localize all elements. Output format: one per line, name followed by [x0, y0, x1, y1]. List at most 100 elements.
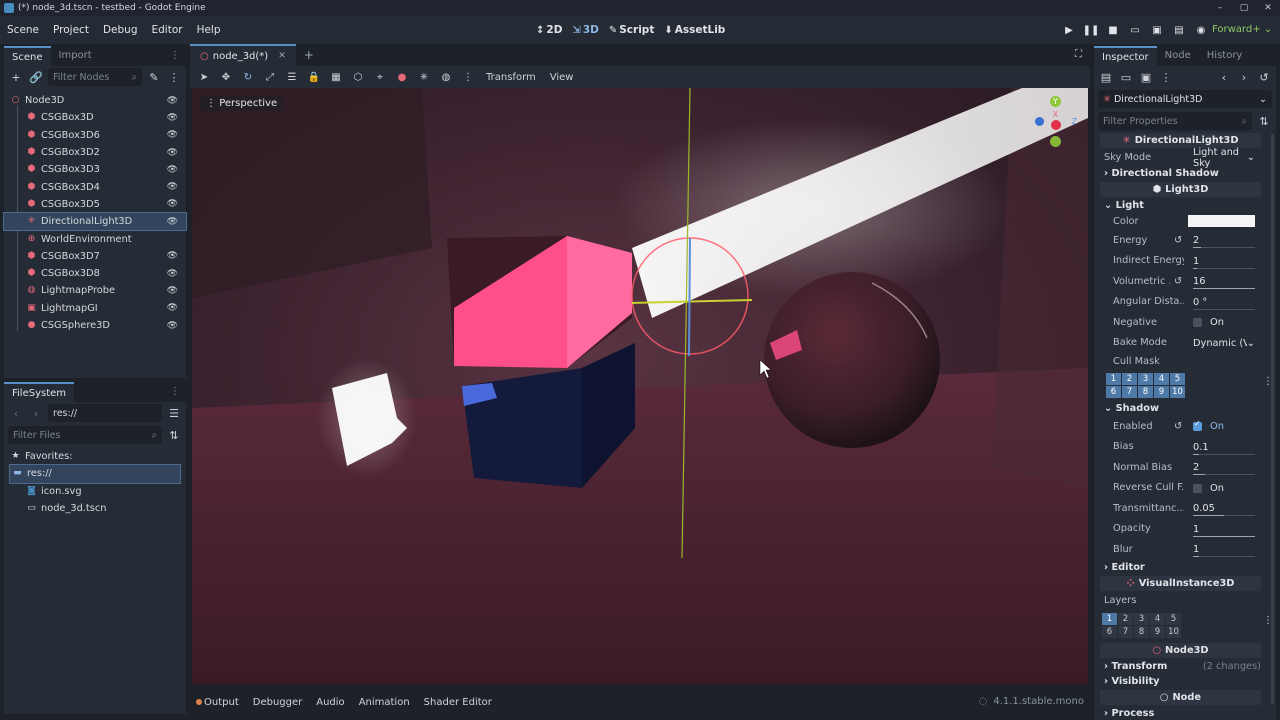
angular-distance-slider[interactable]: 0 ° [1193, 295, 1255, 310]
revert-icon[interactable]: ↺ [1174, 421, 1182, 432]
view-gizmo[interactable]: Y X Z [1032, 96, 1082, 152]
revert-icon[interactable]: ↺ [1174, 235, 1182, 246]
cull-layer-toggle[interactable]: 9 [1154, 386, 1169, 398]
render-layer-toggle[interactable]: 6 [1102, 625, 1117, 638]
visibility-eye-icon[interactable]: 👁 [167, 251, 178, 261]
scene-tab[interactable]: ○ node_3d(*) ✕ [190, 44, 296, 66]
render-layer-toggle[interactable]: 3 [1134, 612, 1149, 625]
visibility-eye-icon[interactable]: 👁 [167, 321, 178, 331]
blur-slider[interactable]: 1 [1193, 542, 1255, 557]
menu-help[interactable]: Help [190, 24, 228, 36]
movie-maker-icon[interactable]: ◉ [1192, 25, 1210, 36]
render-layer-toggle[interactable]: 1 [1102, 612, 1117, 625]
tree-node[interactable]: ● CSGSphere3D 👁 [4, 317, 186, 334]
color-swatch[interactable] [1188, 215, 1255, 227]
pause-icon[interactable]: ❚❚ [1082, 25, 1100, 36]
visibility-eye-icon[interactable]: 👁 [167, 182, 178, 192]
file-item[interactable]: ◙ icon.svg [4, 483, 186, 500]
tab-output[interactable]: Output [196, 697, 239, 708]
menu-scene[interactable]: Scene [0, 24, 46, 36]
filter-properties-input[interactable]: Filter Properties ⌕ [1098, 112, 1252, 130]
menu-editor[interactable]: Editor [144, 24, 189, 36]
revert-icon[interactable]: ↺ [1174, 276, 1182, 287]
render-layer-toggle[interactable]: 7 [1118, 625, 1133, 638]
menu-project[interactable]: Project [46, 24, 96, 36]
scale-tool-icon[interactable]: ⤢ [262, 72, 278, 83]
lock-icon[interactable]: 🔒 [306, 72, 322, 83]
visibility-eye-icon[interactable]: 👁 [167, 148, 178, 158]
new-resource-icon[interactable]: ▤ [1098, 71, 1114, 84]
move-tool-icon[interactable]: ✥ [218, 72, 234, 83]
visibility-eye-icon[interactable]: 👁 [167, 286, 178, 296]
back-icon[interactable]: ‹ [8, 407, 24, 420]
filter-files-input[interactable]: Filter Files ⌕ [8, 426, 162, 444]
camera-preview-icon[interactable]: ● [394, 72, 410, 83]
group-transform[interactable]: › Transform (2 changes) [1100, 659, 1261, 674]
tree-node-selected[interactable]: ✳ DirectionalLight3D 👁 [3, 212, 187, 232]
sort-icon[interactable]: ⇅ [166, 429, 182, 442]
add-node-icon[interactable]: + [8, 71, 24, 84]
environment-preview-icon[interactable]: ◍ [438, 72, 454, 83]
tree-node[interactable]: ⬢ CSGBox3D6 👁 [4, 127, 186, 144]
snap-icon[interactable]: ⌖ [372, 72, 388, 83]
add-scene-tab-icon[interactable]: + [296, 44, 322, 66]
visibility-eye-icon[interactable]: 👁 [167, 269, 178, 279]
tab-shader-editor[interactable]: Shader Editor [424, 697, 492, 708]
local-space-icon[interactable]: ⬡ [350, 72, 366, 83]
tab-audio[interactable]: Audio [316, 697, 344, 708]
visibility-eye-icon[interactable]: 👁 [167, 199, 178, 209]
tree-node[interactable]: ⊕ WorldEnvironment [4, 230, 186, 247]
group-light[interactable]: ⌄ Light [1100, 198, 1261, 213]
instance-scene-icon[interactable]: 🔗 [28, 71, 44, 84]
more-options-icon[interactable]: ⋮ [460, 72, 476, 83]
cull-layer-toggle[interactable]: 3 [1138, 373, 1153, 385]
tree-node[interactable]: ⬢ CSGBox3D2 👁 [4, 144, 186, 161]
tab-debugger[interactable]: Debugger [253, 697, 303, 708]
render-layer-toggle[interactable]: 9 [1150, 625, 1165, 638]
remote-debug-icon[interactable]: ▭ [1126, 25, 1144, 36]
render-layer-toggle[interactable]: 2 [1118, 612, 1133, 625]
group-icon[interactable]: ▦ [328, 72, 344, 83]
tree-node[interactable]: ◍ LightmapProbe 👁 [4, 282, 186, 299]
energy-slider[interactable]: 2 [1193, 233, 1255, 248]
cull-layer-toggle[interactable]: 6 [1106, 386, 1121, 398]
split-mode-icon[interactable]: ☰ [166, 407, 182, 420]
inspector-menu-icon[interactable]: ⋮ [1158, 71, 1174, 84]
open-resource-icon[interactable]: ▭ [1118, 71, 1134, 84]
play-scene-icon[interactable]: ▣ [1148, 25, 1166, 36]
menu-debug[interactable]: Debug [96, 24, 145, 36]
visibility-eye-icon[interactable]: 👁 [167, 113, 178, 123]
tree-node-root[interactable]: ○ Node3D 👁 [4, 92, 186, 109]
minimize-button[interactable]: – [1208, 0, 1232, 16]
tab-assetlib[interactable]: ⬇ AssetLib [664, 24, 725, 36]
renderer-selector[interactable]: Forward+ ⌄ [1212, 16, 1272, 44]
cull-layer-toggle[interactable]: 1 [1106, 373, 1121, 385]
tab-filesystem[interactable]: FileSystem [4, 382, 75, 402]
shadow-enabled-checkbox[interactable]: On [1193, 419, 1255, 434]
3d-viewport[interactable]: ⋮ Perspective Y X Z [192, 88, 1088, 684]
tab-import[interactable]: Import [51, 46, 100, 66]
view-menu[interactable]: View [546, 72, 578, 83]
tab-2d[interactable]: ↕ 2D [536, 24, 562, 36]
next-object-icon[interactable]: › [1236, 71, 1252, 84]
normal-bias-slider[interactable]: 2 [1193, 460, 1255, 475]
path-field[interactable]: res:// [48, 404, 162, 422]
transmittance-slider[interactable]: 0.05 [1193, 501, 1255, 516]
cull-layer-toggle[interactable]: 10 [1170, 386, 1185, 398]
rotate-tool-icon[interactable]: ↻ [240, 72, 256, 83]
group-editor[interactable]: › Editor [1100, 560, 1261, 575]
indirect-energy-slider[interactable]: 1 [1193, 254, 1255, 269]
object-selector[interactable]: ✳ DirectionalLight3D ⌄ [1098, 90, 1272, 108]
tree-node[interactable]: ▣ LightmapGI 👁 [4, 300, 186, 317]
save-resource-icon[interactable]: ▣ [1138, 71, 1154, 84]
cull-layer-toggle[interactable]: 4 [1154, 373, 1169, 385]
tree-node[interactable]: ⬢ CSGBox3D7 👁 [4, 248, 186, 265]
close-window-button[interactable]: ✕ [1256, 0, 1280, 16]
tab-inspector[interactable]: Inspector [1094, 46, 1157, 66]
tab-scene[interactable]: Scene [4, 46, 51, 66]
scene-menu-icon[interactable]: ⋮ [166, 71, 182, 84]
volumetric-slider[interactable]: 16 [1193, 274, 1255, 289]
visibility-eye-icon[interactable]: 👁 [167, 303, 178, 313]
render-layer-toggle[interactable]: 10 [1166, 625, 1181, 638]
folder-res[interactable]: ▬ res:// [9, 464, 181, 484]
